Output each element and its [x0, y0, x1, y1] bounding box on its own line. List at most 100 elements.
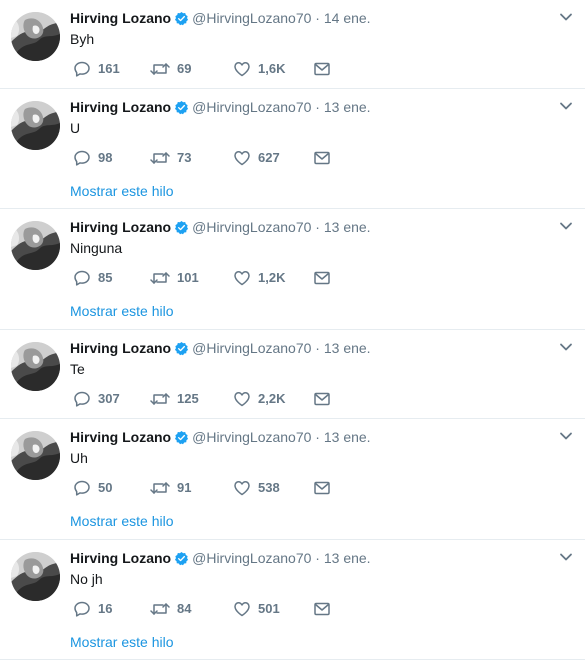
- avatar[interactable]: [11, 431, 60, 480]
- tweet-text: No jh: [70, 571, 103, 587]
- verified-badge-icon: [174, 430, 189, 449]
- direct-message-button[interactable]: [313, 149, 331, 167]
- tweet[interactable]: Hirving Lozano @HirvingLozano70 · 14 ene.…: [0, 0, 585, 89]
- tweet-header: Hirving Lozano @HirvingLozano70 · 13 ene.: [70, 98, 545, 119]
- like-count: 2,2K: [258, 391, 286, 406]
- avatar[interactable]: [11, 342, 60, 391]
- envelope-icon: [314, 62, 330, 76]
- like-count: 1,6K: [258, 61, 286, 76]
- envelope-icon: [314, 481, 330, 495]
- retweet-count: 125: [177, 391, 199, 406]
- avatar[interactable]: [11, 221, 60, 270]
- tweet-date[interactable]: 13 ene.: [324, 550, 371, 566]
- tweet-date[interactable]: 13 ene.: [324, 429, 371, 445]
- chevron-down-icon[interactable]: [559, 99, 573, 113]
- tweet-text: Te: [70, 361, 85, 377]
- retweet-icon: [150, 603, 170, 615]
- retweet-icon: [150, 482, 170, 494]
- reply-icon: [74, 391, 90, 407]
- separator: ·: [315, 99, 320, 115]
- chevron-down-icon[interactable]: [559, 550, 573, 564]
- direct-message-button[interactable]: [313, 600, 331, 618]
- retweet-button[interactable]: 101: [150, 269, 199, 287]
- direct-message-button[interactable]: [313, 269, 331, 287]
- like-count: 501: [258, 601, 280, 616]
- retweet-button[interactable]: 84: [150, 600, 191, 618]
- retweet-count: 69: [177, 61, 192, 76]
- retweet-button[interactable]: 125: [150, 390, 199, 408]
- reply-count: 16: [98, 601, 113, 616]
- reply-button[interactable]: 307: [73, 390, 120, 408]
- author-name[interactable]: Hirving Lozano: [70, 550, 171, 566]
- show-thread-link[interactable]: Mostrar este hilo: [70, 183, 173, 199]
- like-button[interactable]: 1,2K: [233, 269, 285, 287]
- heart-icon: [234, 271, 250, 286]
- author-name[interactable]: Hirving Lozano: [70, 99, 171, 115]
- heart-icon: [234, 481, 250, 496]
- tweet-date[interactable]: 13 ene.: [324, 219, 371, 235]
- tweet[interactable]: Hirving Lozano @HirvingLozano70 · 13 ene.…: [0, 540, 585, 660]
- author-name[interactable]: Hirving Lozano: [70, 340, 171, 356]
- reply-button[interactable]: 16: [73, 600, 112, 618]
- author-handle[interactable]: @HirvingLozano70: [192, 550, 311, 566]
- chevron-down-icon[interactable]: [559, 219, 573, 233]
- tweet-text: U: [70, 120, 81, 136]
- chevron-down-icon[interactable]: [559, 429, 573, 443]
- reply-count: 98: [98, 150, 113, 165]
- avatar[interactable]: [11, 552, 60, 601]
- like-button[interactable]: 501: [233, 600, 280, 618]
- reply-count: 85: [98, 270, 113, 285]
- direct-message-button[interactable]: [313, 390, 331, 408]
- tweet-header: Hirving Lozano @HirvingLozano70 · 14 ene.: [70, 9, 545, 30]
- tweet[interactable]: Hirving Lozano @HirvingLozano70 · 13 ene.…: [0, 330, 585, 419]
- chevron-down-icon[interactable]: [559, 340, 573, 354]
- retweet-button[interactable]: 91: [150, 479, 191, 497]
- tweet[interactable]: Hirving Lozano @HirvingLozano70 · 13 ene.…: [0, 89, 585, 209]
- author-handle[interactable]: @HirvingLozano70: [192, 10, 311, 26]
- like-button[interactable]: 627: [233, 149, 280, 167]
- tweet[interactable]: Hirving Lozano @HirvingLozano70 · 13 ene.…: [0, 419, 585, 540]
- reply-button[interactable]: 50: [73, 479, 112, 497]
- author-name[interactable]: Hirving Lozano: [70, 219, 171, 235]
- author-name[interactable]: Hirving Lozano: [70, 10, 171, 26]
- reply-button[interactable]: 85: [73, 269, 112, 287]
- verified-badge-icon: [174, 100, 189, 119]
- tweet-text: Ninguna: [70, 240, 123, 256]
- author-handle[interactable]: @HirvingLozano70: [192, 99, 311, 115]
- author-handle[interactable]: @HirvingLozano70: [192, 219, 311, 235]
- chevron-down-icon[interactable]: [559, 10, 573, 24]
- reply-button[interactable]: 161: [73, 60, 120, 78]
- envelope-icon: [314, 271, 330, 285]
- retweet-button[interactable]: 73: [150, 149, 191, 167]
- author-handle[interactable]: @HirvingLozano70: [192, 340, 311, 356]
- envelope-icon: [314, 602, 330, 616]
- timeline: Hirving Lozano @HirvingLozano70 · 14 ene.…: [0, 0, 585, 660]
- separator: ·: [315, 340, 320, 356]
- show-thread-link[interactable]: Mostrar este hilo: [70, 513, 173, 529]
- verified-badge-icon: [174, 551, 189, 570]
- author-name[interactable]: Hirving Lozano: [70, 429, 171, 445]
- retweet-button[interactable]: 69: [150, 60, 191, 78]
- tweet-date[interactable]: 13 ene.: [324, 99, 371, 115]
- avatar[interactable]: [11, 12, 60, 61]
- author-handle[interactable]: @HirvingLozano70: [192, 429, 311, 445]
- show-thread-link[interactable]: Mostrar este hilo: [70, 634, 173, 650]
- avatar[interactable]: [11, 101, 60, 150]
- tweet-header: Hirving Lozano @HirvingLozano70 · 13 ene.: [70, 218, 545, 239]
- retweet-count: 84: [177, 601, 192, 616]
- like-button[interactable]: 2,2K: [233, 390, 285, 408]
- verified-badge-icon: [174, 341, 189, 360]
- show-thread-link[interactable]: Mostrar este hilo: [70, 303, 173, 319]
- reply-icon: [74, 61, 90, 77]
- like-button[interactable]: 1,6K: [233, 60, 285, 78]
- reply-icon: [74, 270, 90, 286]
- tweet[interactable]: Hirving Lozano @HirvingLozano70 · 13 ene.…: [0, 209, 585, 330]
- tweet-date[interactable]: 14 ene.: [324, 10, 371, 26]
- like-count: 1,2K: [258, 270, 286, 285]
- reply-button[interactable]: 98: [73, 149, 112, 167]
- direct-message-button[interactable]: [313, 60, 331, 78]
- like-button[interactable]: 538: [233, 479, 280, 497]
- direct-message-button[interactable]: [313, 479, 331, 497]
- tweet-date[interactable]: 13 ene.: [324, 340, 371, 356]
- separator: ·: [315, 219, 320, 235]
